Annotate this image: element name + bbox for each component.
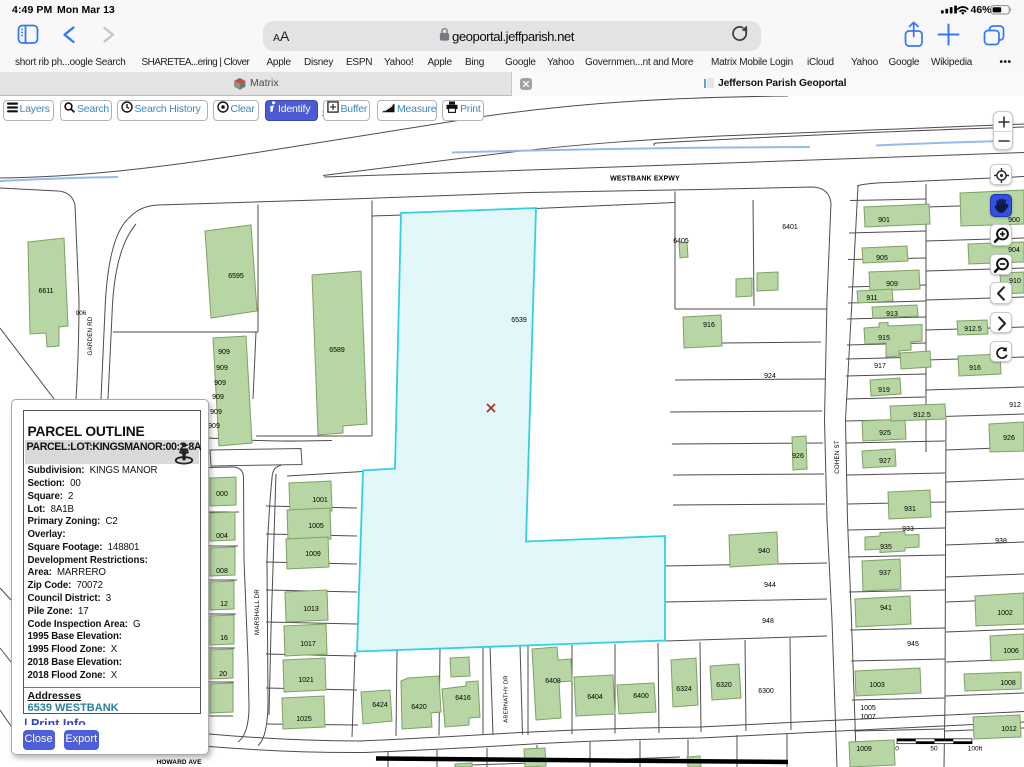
svg-text:909: 909: [214, 380, 226, 387]
svg-text:933: 933: [902, 526, 914, 533]
svg-text:6400: 6400: [633, 693, 649, 700]
svg-text:6416: 6416: [455, 695, 471, 702]
svg-text:COHEN ST: COHEN ST: [834, 440, 841, 474]
svg-text:6611: 6611: [38, 288, 53, 295]
svg-text:6539: 6539: [511, 317, 527, 324]
svg-text:940: 940: [758, 548, 770, 555]
svg-text:6595: 6595: [228, 273, 244, 280]
svg-text:100ft: 100ft: [968, 746, 983, 753]
svg-text:1012: 1012: [1001, 726, 1017, 733]
svg-text:ABERNATHY DR: ABERNATHY DR: [504, 675, 510, 722]
svg-text:937: 937: [879, 570, 891, 577]
svg-text:000: 000: [216, 491, 228, 498]
svg-text:GARDEN RD: GARDEN RD: [87, 316, 94, 355]
svg-text:919: 919: [878, 387, 890, 394]
svg-text:938: 938: [995, 538, 1007, 545]
svg-text:1005: 1005: [860, 705, 876, 712]
svg-text:6589: 6589: [329, 347, 345, 354]
svg-text:1013: 1013: [303, 606, 319, 613]
svg-text:916: 916: [969, 365, 981, 372]
svg-text:1009: 1009: [305, 551, 321, 558]
svg-text:926: 926: [1003, 435, 1015, 442]
svg-text:6324: 6324: [676, 686, 692, 693]
svg-text:1001: 1001: [312, 497, 328, 504]
svg-text:6420: 6420: [411, 704, 427, 711]
svg-text:1005: 1005: [308, 523, 324, 530]
svg-text:905: 905: [876, 255, 888, 262]
svg-text:1007: 1007: [860, 714, 876, 721]
svg-text:925: 925: [879, 430, 891, 437]
svg-text:6300: 6300: [758, 688, 774, 695]
svg-text:20: 20: [219, 671, 227, 678]
svg-text:1025: 1025: [296, 716, 312, 723]
svg-text:MARSHALL DR: MARSHALL DR: [254, 589, 261, 635]
svg-text:906: 906: [76, 310, 87, 317]
svg-text:6404: 6404: [587, 694, 603, 701]
svg-text:1009: 1009: [856, 746, 872, 753]
svg-text:909: 909: [218, 349, 230, 356]
svg-text:945: 945: [907, 641, 919, 648]
svg-text:941: 941: [880, 605, 892, 612]
svg-text:6408: 6408: [545, 678, 561, 685]
svg-text:1002: 1002: [997, 610, 1013, 617]
svg-text:935: 935: [880, 544, 892, 551]
svg-text:916: 916: [703, 322, 715, 329]
svg-text:008: 008: [216, 568, 228, 575]
svg-text:927: 927: [879, 458, 891, 465]
svg-text:912.5: 912.5: [964, 326, 982, 333]
svg-text:926: 926: [792, 453, 804, 460]
svg-text:909: 909: [212, 394, 224, 401]
svg-text:1021: 1021: [298, 677, 314, 684]
svg-text:HOWARD AVE: HOWARD AVE: [156, 759, 202, 766]
svg-text:6320: 6320: [716, 682, 732, 689]
svg-text:50: 50: [930, 746, 938, 753]
svg-text:948: 948: [762, 618, 774, 625]
svg-text:901: 901: [878, 217, 890, 224]
svg-text:915: 915: [878, 335, 890, 342]
svg-text:0: 0: [895, 746, 899, 753]
svg-text:004: 004: [216, 533, 228, 540]
svg-text:1008: 1008: [1000, 680, 1016, 687]
svg-text:1017: 1017: [300, 641, 316, 648]
svg-text:WESTBANK EXPWY: WESTBANK EXPWY: [610, 176, 680, 183]
svg-text:1003: 1003: [869, 682, 885, 689]
svg-text:16: 16: [220, 635, 228, 642]
svg-text:6405: 6405: [673, 238, 689, 245]
svg-text:909: 909: [886, 281, 898, 288]
svg-text:904: 904: [1008, 247, 1020, 254]
svg-text:909: 909: [208, 423, 220, 430]
svg-text:909: 909: [210, 409, 222, 416]
svg-text:912: 912: [1009, 402, 1021, 409]
svg-text:911: 911: [866, 295, 877, 302]
svg-text:912.5: 912.5: [913, 412, 931, 419]
svg-text:900: 900: [1008, 217, 1020, 224]
svg-text:1006: 1006: [1003, 648, 1019, 655]
svg-text:913: 913: [886, 311, 898, 318]
svg-text:6424: 6424: [372, 702, 388, 709]
svg-text:909: 909: [216, 365, 228, 372]
svg-text:917: 917: [874, 363, 886, 370]
svg-text:931: 931: [904, 506, 916, 513]
svg-text:944: 944: [764, 582, 776, 589]
svg-text:924: 924: [764, 373, 776, 380]
svg-text:6401: 6401: [782, 224, 798, 231]
svg-text:12: 12: [220, 601, 228, 608]
